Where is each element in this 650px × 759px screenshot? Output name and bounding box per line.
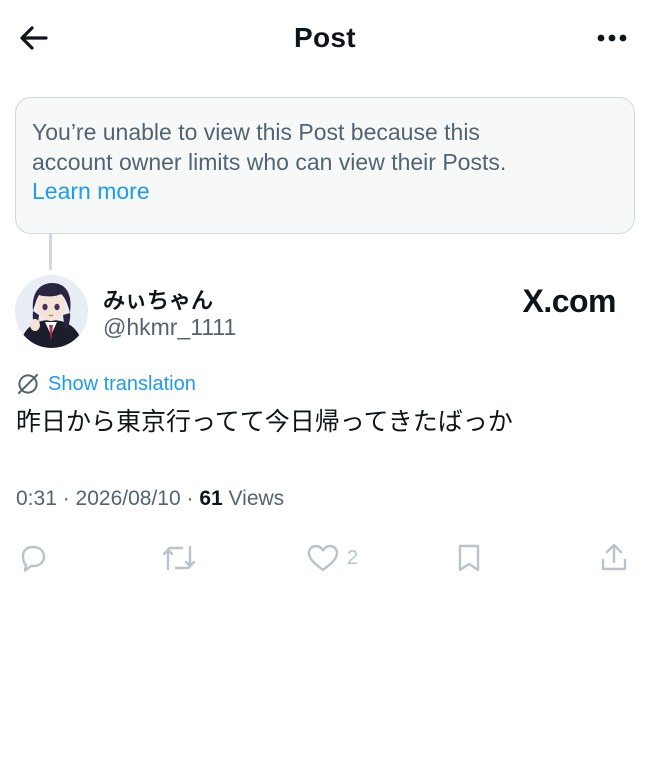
page-title: Post [294,22,356,53]
reply-button[interactable] [16,536,50,580]
like-count: 2 [347,546,359,569]
bookmark-button[interactable] [452,536,486,580]
post-date[interactable]: 2026/08/10 [76,487,181,510]
show-translation-button[interactable]: Show translation [16,370,196,398]
avatar-image [15,275,88,348]
meta-separator: · [56,487,76,510]
site-watermark: X.com [522,283,616,319]
post-time[interactable]: 0:31 [16,487,57,510]
notice-line-2: account owner limits who can view their … [32,148,507,175]
top-bar: Post [0,0,650,78]
meta-separator: · [180,487,200,510]
post-metadata: 0:31 · 2026/08/10 · 61 Views [16,487,284,511]
share-icon [601,543,627,571]
more-options-button[interactable] [592,22,632,54]
unavailable-post-notice: You’re unable to view this Post because … [15,97,635,234]
views-count: 61 [199,487,223,510]
show-translation-label: Show translation [48,372,196,395]
translate-globe-icon [18,374,38,394]
avatar[interactable] [15,275,88,348]
thread-connector-line [49,234,52,270]
repost-button[interactable] [160,536,198,580]
share-button[interactable] [597,536,631,580]
author-username[interactable]: @hkmr_1111 [103,314,236,341]
more-horizontal-icon [597,34,627,42]
post-text: 昨日から東京行ってて今日帰ってきたばっか [16,408,513,436]
repost-icon [162,545,196,571]
notice-line-1: You’re unable to view this Post because … [32,119,480,145]
like-button[interactable]: 2 [305,536,358,580]
action-bar: 2 [0,536,650,580]
author-display-name[interactable]: みぃちゃん [103,283,213,315]
bookmark-icon [458,544,480,572]
learn-more-link[interactable]: Learn more [32,177,150,207]
views-label: Views [228,487,285,510]
reply-icon [21,545,46,572]
heart-icon [307,544,339,572]
